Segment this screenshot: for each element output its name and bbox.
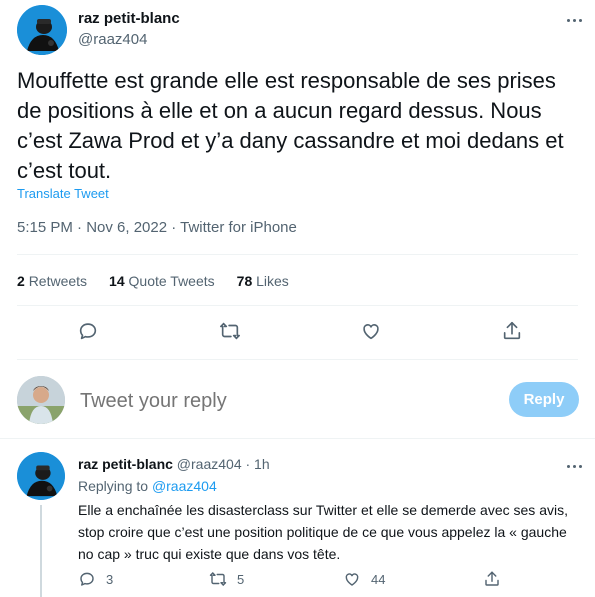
share-icon[interactable] bbox=[501, 320, 523, 342]
tweet-timestamp[interactable]: 5:15 PM · Nov 6, 2022 · Twitter for iPho… bbox=[17, 219, 297, 236]
reply-icon bbox=[80, 572, 94, 586]
author-handle[interactable]: @raaz404 bbox=[78, 31, 147, 48]
retweets-label: Retweets bbox=[28, 273, 88, 289]
my-avatar[interactable] bbox=[17, 376, 65, 424]
author-avatar[interactable] bbox=[17, 5, 67, 55]
reply-author-avatar[interactable] bbox=[17, 452, 65, 500]
more-icon[interactable] bbox=[563, 13, 585, 27]
likes-label: Likes bbox=[256, 273, 289, 289]
reply-share[interactable] bbox=[483, 570, 501, 593]
tweet-text: Mouffette est grande elle est responsabl… bbox=[17, 68, 564, 183]
likes-stat[interactable]: 78 Likes bbox=[237, 273, 289, 289]
reply-header: raz petit-blanc @raaz404 · 1h bbox=[78, 456, 270, 472]
replying-to-handle[interactable]: @raaz404 bbox=[152, 478, 217, 494]
divider bbox=[17, 254, 578, 255]
reply-likes-count: 44 bbox=[371, 571, 386, 587]
retweets-stat[interactable]: 2 Retweets bbox=[17, 273, 87, 289]
reply-likes[interactable]: 44 bbox=[343, 570, 385, 588]
quote-tweets-stat[interactable]: 14 Quote Tweets bbox=[109, 273, 215, 289]
translate-tweet-link[interactable]: Translate Tweet bbox=[17, 186, 109, 201]
quotes-label: Quote Tweets bbox=[128, 273, 215, 289]
share-icon bbox=[485, 571, 499, 586]
avatar-image bbox=[17, 5, 67, 55]
tweet-stats: 2 Retweets 14 Quote Tweets 78 Likes bbox=[17, 273, 289, 289]
avatar-image bbox=[17, 452, 65, 500]
reply-text: Elle a enchaînée les disasterclass sur T… bbox=[78, 502, 568, 562]
replying-to: Replying to @raaz404 bbox=[78, 478, 217, 494]
divider bbox=[17, 359, 578, 360]
more-icon[interactable] bbox=[563, 459, 585, 473]
author-name[interactable]: raz petit-blanc bbox=[78, 10, 180, 27]
retweet-icon bbox=[209, 572, 227, 586]
replying-to-label: Replying to bbox=[78, 478, 149, 494]
reply-retweets[interactable]: 5 bbox=[209, 570, 244, 588]
like-icon[interactable] bbox=[360, 320, 382, 342]
reply-author-handle[interactable]: @raaz404 bbox=[177, 456, 242, 472]
reply-replies-count: 3 bbox=[106, 571, 114, 587]
reply-button[interactable]: Reply bbox=[509, 382, 579, 417]
divider bbox=[17, 305, 578, 306]
divider bbox=[0, 438, 595, 439]
like-icon bbox=[345, 573, 359, 586]
reply-replies[interactable]: 3 bbox=[78, 570, 113, 588]
thread-line bbox=[40, 505, 42, 597]
retweet-icon[interactable] bbox=[219, 320, 241, 342]
reply-author-name[interactable]: raz petit-blanc bbox=[78, 456, 173, 472]
avatar-image bbox=[17, 376, 65, 424]
reply-time[interactable]: · 1h bbox=[246, 456, 270, 472]
reply-input[interactable] bbox=[78, 385, 482, 417]
reply-icon[interactable] bbox=[77, 320, 99, 342]
reply-retweets-count: 5 bbox=[237, 571, 245, 587]
quotes-count: 14 bbox=[109, 273, 125, 289]
likes-count: 78 bbox=[236, 273, 253, 289]
retweets-count: 2 bbox=[17, 273, 25, 289]
